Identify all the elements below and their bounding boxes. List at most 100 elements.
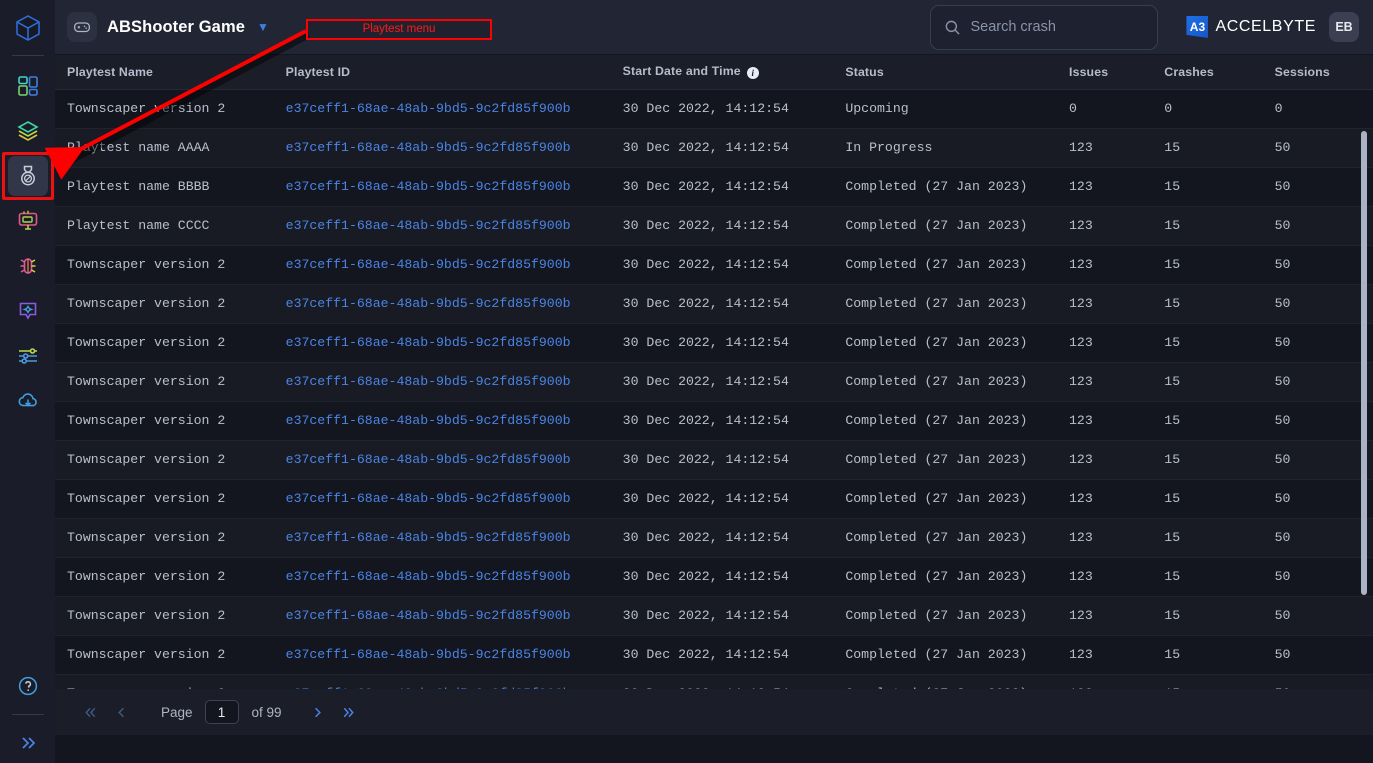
playtest-id-link[interactable]: e37ceff1-68ae-48ab-9bd5-9c2fd85f900b (286, 374, 571, 389)
cell-status: Completed (27 Jan 2023) (833, 401, 1058, 441)
cell-start-date: 30 Dec 2022, 14:12:54 (610, 518, 834, 558)
cell-start-date: 30 Dec 2022, 14:12:54 (610, 206, 834, 246)
last-page-button[interactable] (335, 699, 362, 726)
cell-playtest-id[interactable]: e37ceff1-68ae-48ab-9bd5-9c2fd85f900b (273, 635, 611, 675)
col-issues[interactable]: Issues (1057, 55, 1153, 90)
game-selector[interactable]: ABShooter Game ▼ (67, 12, 269, 42)
sidebar-item-settings[interactable] (8, 336, 48, 376)
cell-sessions: 50 (1262, 362, 1373, 402)
playtest-id-link[interactable]: e37ceff1-68ae-48ab-9bd5-9c2fd85f900b (286, 530, 571, 545)
table-row[interactable]: Townscaper version 2 e37ceff1-68ae-48ab-9… (55, 284, 1373, 324)
table-row[interactable]: Townscaper version 2 e37ceff1-68ae-48ab-9… (55, 635, 1373, 675)
cell-playtest-id[interactable]: e37ceff1-68ae-48ab-9bd5-9c2fd85f900b (273, 518, 611, 558)
cell-playtest-id[interactable]: e37ceff1-68ae-48ab-9bd5-9c2fd85f900b (273, 206, 611, 246)
cell-playtest-id[interactable]: e37ceff1-68ae-48ab-9bd5-9c2fd85f900b (273, 557, 611, 597)
col-status[interactable]: Status (833, 55, 1058, 90)
cell-playtest-name: Townscaper version 2 (55, 323, 274, 363)
table-row[interactable]: Townscaper version 2 e37ceff1-68ae-48ab-9… (55, 440, 1373, 480)
sidebar-item-dashboard[interactable] (8, 66, 48, 106)
info-icon[interactable]: i (746, 67, 759, 80)
cell-crashes: 0 (1152, 89, 1263, 129)
cell-playtest-id[interactable]: e37ceff1-68ae-48ab-9bd5-9c2fd85f900b (273, 128, 611, 168)
vertical-scrollbar-thumb[interactable] (1361, 131, 1367, 595)
table-row[interactable]: Townscaper version 2 e37ceff1-68ae-48ab-9… (55, 674, 1373, 689)
table-row[interactable]: Townscaper version 2 e37ceff1-68ae-48ab-9… (55, 479, 1373, 519)
playtest-id-link[interactable]: e37ceff1-68ae-48ab-9bd5-9c2fd85f900b (286, 686, 571, 689)
sidebar-item-playtest[interactable] (1, 152, 54, 200)
cell-playtest-id[interactable]: e37ceff1-68ae-48ab-9bd5-9c2fd85f900b (273, 284, 611, 324)
col-crashes[interactable]: Crashes (1152, 55, 1263, 90)
sidebar-item-bugs[interactable] (8, 246, 48, 286)
cell-playtest-name: Townscaper version 2 (55, 518, 274, 558)
user-avatar[interactable]: EB (1329, 12, 1359, 42)
cell-playtest-id[interactable]: e37ceff1-68ae-48ab-9bd5-9c2fd85f900b (273, 245, 611, 285)
playtest-id-link[interactable]: e37ceff1-68ae-48ab-9bd5-9c2fd85f900b (286, 179, 571, 194)
accelbyte-logo-text: ACCELBYTE (1215, 18, 1316, 35)
cell-playtest-id[interactable]: e37ceff1-68ae-48ab-9bd5-9c2fd85f900b (273, 89, 611, 129)
sidebar-item-help[interactable] (8, 666, 48, 706)
playtest-id-link[interactable]: e37ceff1-68ae-48ab-9bd5-9c2fd85f900b (286, 257, 571, 272)
col-sessions[interactable]: Sessions (1262, 55, 1373, 90)
sidebar-item-devices[interactable] (8, 201, 48, 241)
cell-playtest-id[interactable]: e37ceff1-68ae-48ab-9bd5-9c2fd85f900b (273, 401, 611, 441)
sidebar-item-feedback[interactable] (8, 291, 48, 331)
sidebar-item-downloads[interactable] (8, 381, 48, 421)
search-input[interactable]: Search crash (970, 19, 1055, 35)
playtest-id-link[interactable]: e37ceff1-68ae-48ab-9bd5-9c2fd85f900b (286, 452, 571, 467)
playtest-id-link[interactable]: e37ceff1-68ae-48ab-9bd5-9c2fd85f900b (286, 569, 571, 584)
cell-start-date: 30 Dec 2022, 14:12:54 (610, 362, 834, 402)
sidebar-item-builds[interactable] (8, 111, 48, 151)
playtest-id-link[interactable]: e37ceff1-68ae-48ab-9bd5-9c2fd85f900b (286, 140, 571, 155)
first-page-button[interactable] (77, 699, 104, 726)
table-row[interactable]: Townscaper version 2 e37ceff1-68ae-48ab-9… (55, 401, 1373, 441)
table-row[interactable]: Townscaper version 2 e37ceff1-68ae-48ab-9… (55, 245, 1373, 285)
table-row[interactable]: Townscaper version 2 e37ceff1-68ae-48ab-9… (55, 596, 1373, 636)
search-crash-box[interactable]: Search crash (930, 4, 1159, 50)
cell-playtest-id[interactable]: e37ceff1-68ae-48ab-9bd5-9c2fd85f900b (273, 674, 611, 689)
table-row[interactable]: Townscaper version 2 e37ceff1-68ae-48ab-9… (55, 518, 1373, 558)
cell-crashes: 15 (1152, 479, 1263, 519)
col-playtest-id[interactable]: Playtest ID (273, 55, 611, 90)
col-playtest-name[interactable]: Playtest Name (55, 55, 274, 90)
cell-sessions: 50 (1262, 323, 1373, 363)
table-row[interactable]: Townscaper version 2 e37ceff1-68ae-48ab-9… (55, 323, 1373, 363)
col-start-date[interactable]: Start Date and Time i (610, 55, 834, 90)
cell-playtest-name: Townscaper version 2 (55, 635, 274, 675)
table-row[interactable]: Townscaper version 2 e37ceff1-68ae-48ab-9… (55, 362, 1373, 402)
playtest-id-link[interactable]: e37ceff1-68ae-48ab-9bd5-9c2fd85f900b (286, 413, 571, 428)
cell-playtest-id[interactable]: e37ceff1-68ae-48ab-9bd5-9c2fd85f900b (273, 596, 611, 636)
cell-start-date: 30 Dec 2022, 14:12:54 (610, 635, 834, 675)
page-number-input[interactable] (204, 700, 239, 724)
cell-crashes: 15 (1152, 167, 1263, 207)
cloud-download-icon (18, 393, 37, 407)
chat-spark-icon (19, 302, 36, 320)
playtest-id-link[interactable]: e37ceff1-68ae-48ab-9bd5-9c2fd85f900b (286, 608, 571, 623)
playtest-id-link[interactable]: e37ceff1-68ae-48ab-9bd5-9c2fd85f900b (286, 647, 571, 662)
table-row[interactable]: Playtest name CCCC e37ceff1-68ae-48ab-9bd… (55, 206, 1373, 246)
cell-playtest-id[interactable]: e37ceff1-68ae-48ab-9bd5-9c2fd85f900b (273, 167, 611, 207)
cell-playtest-id[interactable]: e37ceff1-68ae-48ab-9bd5-9c2fd85f900b (273, 362, 611, 402)
cell-playtest-id[interactable]: e37ceff1-68ae-48ab-9bd5-9c2fd85f900b (273, 440, 611, 480)
playtest-id-link[interactable]: e37ceff1-68ae-48ab-9bd5-9c2fd85f900b (286, 335, 571, 350)
cell-start-date: 30 Dec 2022, 14:12:54 (610, 167, 834, 207)
playtest-id-link[interactable]: e37ceff1-68ae-48ab-9bd5-9c2fd85f900b (286, 101, 571, 116)
app-logo[interactable] (0, 0, 55, 55)
table-row[interactable]: Playtest name AAAA e37ceff1-68ae-48ab-9bd… (55, 128, 1373, 168)
table-row[interactable]: Townscaper version 2 e37ceff1-68ae-48ab-9… (55, 89, 1373, 129)
next-page-button[interactable] (304, 699, 331, 726)
playtest-id-link[interactable]: e37ceff1-68ae-48ab-9bd5-9c2fd85f900b (286, 491, 571, 506)
playtest-id-link[interactable]: e37ceff1-68ae-48ab-9bd5-9c2fd85f900b (286, 296, 571, 311)
sidebar-expand-button[interactable] (8, 723, 48, 763)
table-row[interactable]: Townscaper version 2 e37ceff1-68ae-48ab-9… (55, 557, 1373, 597)
cell-issues: 123 (1057, 557, 1153, 597)
cell-status: Completed (27 Jan 2023) (833, 167, 1058, 207)
chevron-down-icon[interactable]: ▼ (257, 20, 269, 34)
playtest-id-link[interactable]: e37ceff1-68ae-48ab-9bd5-9c2fd85f900b (286, 218, 571, 233)
prev-page-button[interactable] (108, 699, 135, 726)
table-row[interactable]: Playtest name BBBB e37ceff1-68ae-48ab-9bd… (55, 167, 1373, 207)
cell-playtest-id[interactable]: e37ceff1-68ae-48ab-9bd5-9c2fd85f900b (273, 479, 611, 519)
cell-issues: 123 (1057, 401, 1153, 441)
table-head: Playtest Name Playtest ID Start Date and… (55, 55, 1373, 90)
cell-playtest-id[interactable]: e37ceff1-68ae-48ab-9bd5-9c2fd85f900b (273, 323, 611, 363)
cell-start-date: 30 Dec 2022, 14:12:54 (610, 323, 834, 363)
